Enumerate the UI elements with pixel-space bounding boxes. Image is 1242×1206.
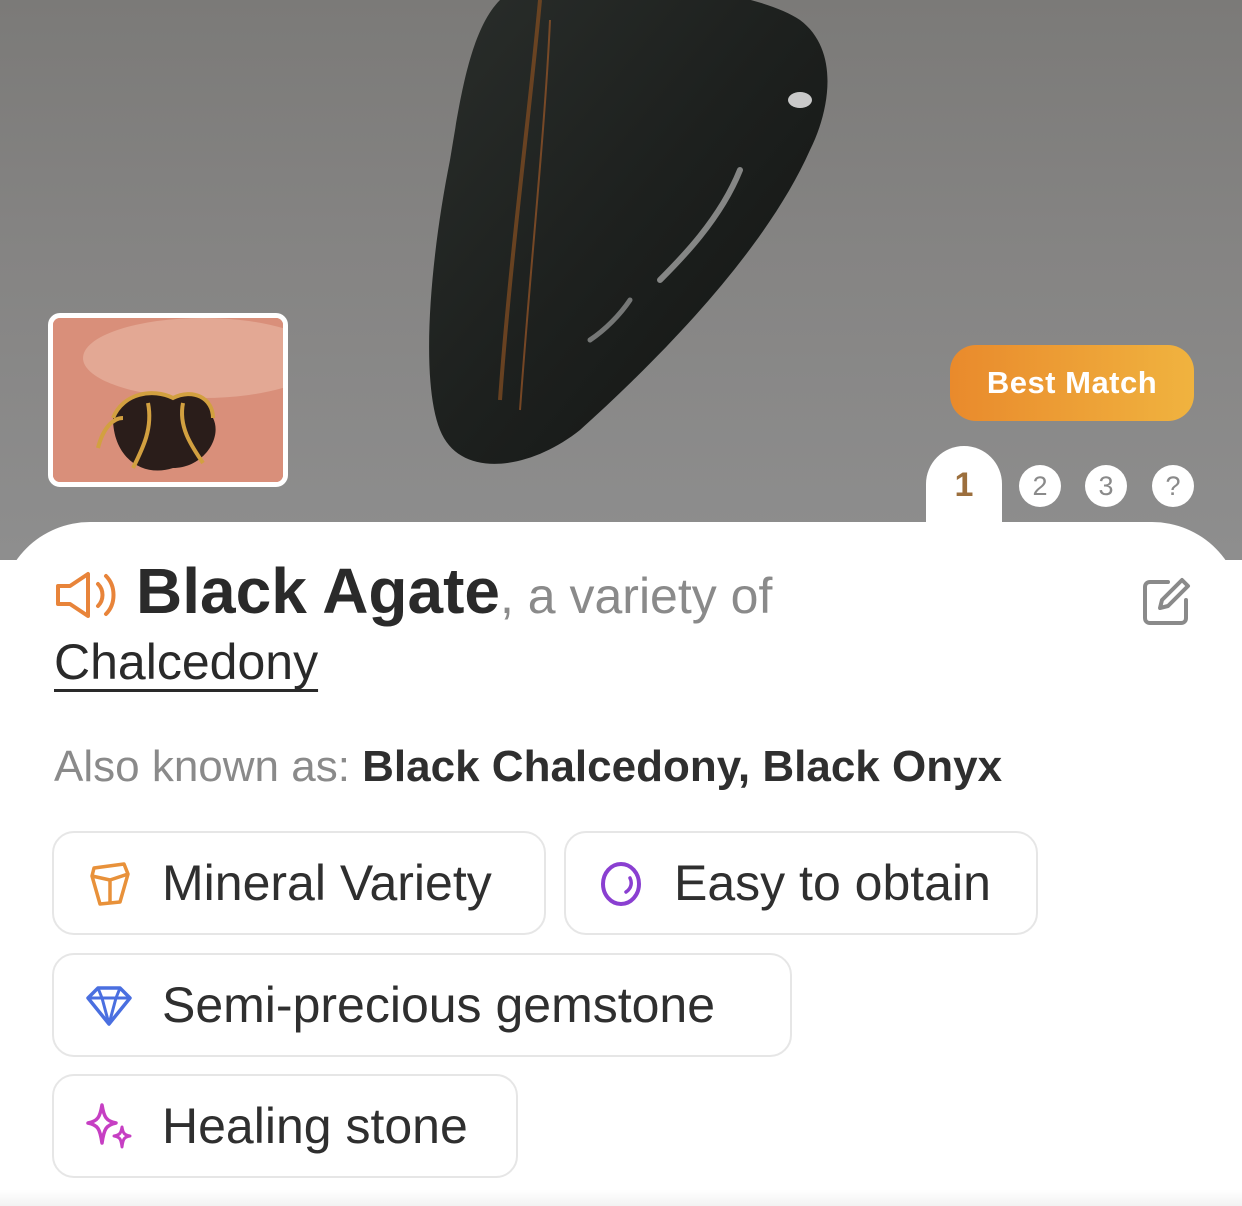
parent-mineral-link[interactable]: Chalcedony xyxy=(54,630,318,694)
tab-help[interactable]: ? xyxy=(1152,465,1194,507)
also-known-as: Also known as: Black Chalcedony, Black O… xyxy=(54,740,1002,794)
tag-healing-stone[interactable]: Healing stone xyxy=(52,1074,518,1178)
aka-label: Also known as: xyxy=(54,742,363,791)
tab-result-3[interactable]: 3 xyxy=(1085,465,1127,507)
aka-value: Black Chalcedony, Black Onyx xyxy=(362,742,1003,791)
edit-icon[interactable] xyxy=(1140,576,1192,628)
tab-result-1[interactable]: 1 xyxy=(926,446,1002,528)
tab-result-2[interactable]: 2 xyxy=(1019,465,1061,507)
tag-label: Healing stone xyxy=(162,1098,468,1154)
crystal-icon xyxy=(90,862,130,906)
stone-image xyxy=(429,0,828,464)
tag-label: Mineral Variety xyxy=(162,855,492,911)
stone-ring-icon xyxy=(601,862,641,906)
speaker-icon[interactable] xyxy=(54,570,120,620)
diamond-icon xyxy=(86,986,132,1026)
result-tabs: 1 2 3 ? xyxy=(926,446,1216,528)
stone-name: Black Agate xyxy=(136,555,500,627)
variety-text: , a variety of xyxy=(500,568,773,624)
tag-label: Easy to obtain xyxy=(674,855,991,911)
tag-semi-precious-gemstone[interactable]: Semi-precious gemstone xyxy=(52,953,792,1057)
ring-photo xyxy=(53,318,283,482)
tag-mineral-variety[interactable]: Mineral Variety xyxy=(52,831,546,935)
sparkles-icon xyxy=(86,1103,132,1149)
bottom-fade xyxy=(0,1190,1242,1206)
tag-easy-to-obtain[interactable]: Easy to obtain xyxy=(564,831,1038,935)
tag-label: Semi-precious gemstone xyxy=(162,977,716,1033)
best-match-badge: Best Match xyxy=(950,345,1194,421)
user-photo-thumbnail[interactable] xyxy=(48,313,288,487)
